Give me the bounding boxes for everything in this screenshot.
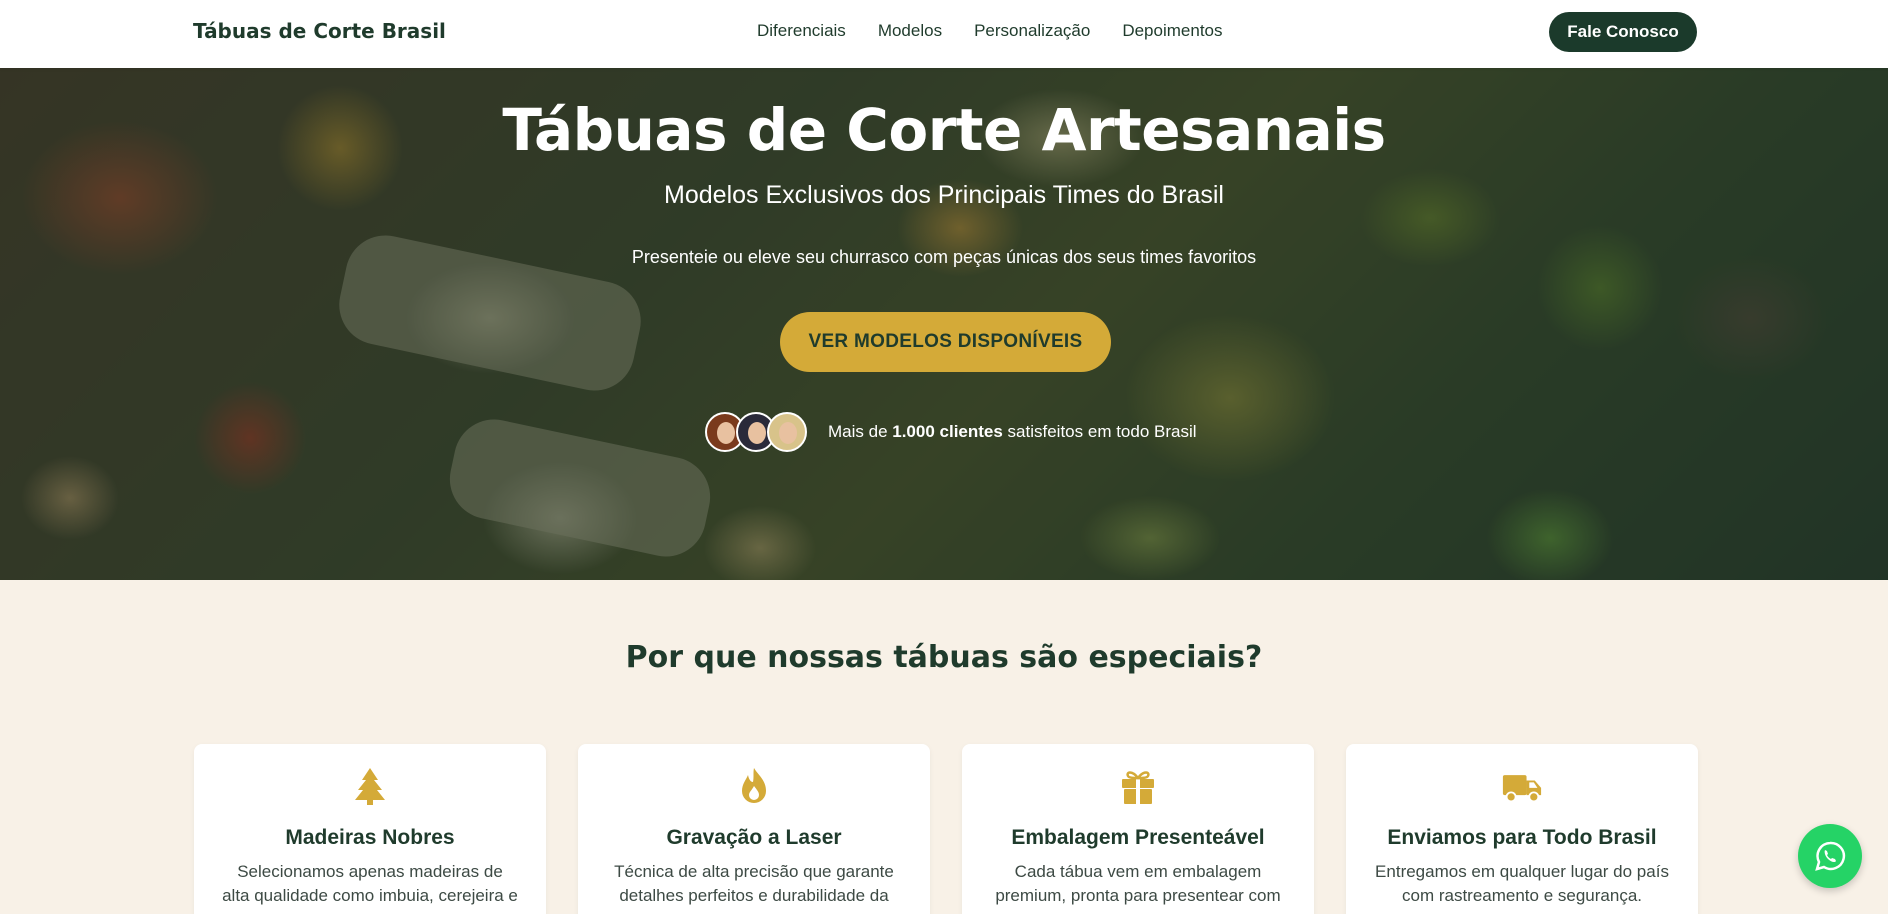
social-proof: Mais de 1.000 clientes satisfeitos em to…	[705, 411, 1197, 453]
social-proof-text: Mais de 1.000 clientes satisfeitos em to…	[828, 422, 1197, 441]
feature-text: Selecionamos apenas madeiras de alta qua…	[222, 862, 518, 905]
nav-link-diferenciais[interactable]: Diferenciais	[757, 21, 846, 41]
fire-icon	[742, 768, 766, 803]
feature-text: Entregamos em qualquer lugar do país com…	[1375, 862, 1669, 905]
features-title: Por que nossas tábuas são especiais?	[625, 640, 1263, 675]
hero-subtitle: Modelos Exclusivos dos Principais Times …	[664, 181, 1224, 209]
feature-text: Técnica de alta precisão que garante det…	[614, 862, 894, 905]
site-logo[interactable]: Tábuas de Corte Brasil	[193, 19, 446, 43]
truck-icon	[1502, 775, 1542, 803]
main-nav: Diferenciais Modelos Personalização Depo…	[757, 21, 1223, 41]
feature-card: Madeiras Nobres Selecionamos apenas made…	[194, 744, 546, 914]
tree-icon	[355, 768, 385, 805]
view-models-button[interactable]: VER MODELOS DISPONÍVEIS	[780, 312, 1111, 372]
hero-title: Tábuas de Corte Artesanais	[502, 96, 1386, 164]
avatar	[767, 412, 807, 452]
nav-link-modelos[interactable]: Modelos	[878, 21, 942, 41]
whatsapp-button[interactable]	[1798, 824, 1862, 888]
contact-button[interactable]: Fale Conosco	[1549, 12, 1697, 52]
whatsapp-icon	[1815, 841, 1846, 871]
hero-section: Tábuas de Corte Artesanais Modelos Exclu…	[0, 68, 1888, 580]
site-header: Tábuas de Corte Brasil Diferenciais Mode…	[0, 0, 1888, 68]
feature-title: Enviamos para Todo Brasil	[1387, 826, 1657, 849]
feature-card: Embalagem Presenteável Cada tábua vem em…	[962, 744, 1314, 914]
feature-text: Cada tábua vem em embalagem premium, pro…	[995, 862, 1281, 905]
feature-card: Gravação a Laser Técnica de alta precisã…	[578, 744, 930, 914]
customer-avatars	[705, 412, 807, 452]
hero-description: Presenteie ou eleve seu churrasco com pe…	[631, 247, 1257, 267]
feature-title: Madeiras Nobres	[285, 826, 455, 849]
nav-link-depoimentos[interactable]: Depoimentos	[1122, 21, 1222, 41]
feature-title: Gravação a Laser	[666, 826, 842, 849]
nav-link-personalizacao[interactable]: Personalização	[974, 21, 1090, 41]
feature-title: Embalagem Presenteável	[1011, 826, 1265, 849]
gift-icon	[1122, 771, 1154, 804]
feature-card: Enviamos para Todo Brasil Entregamos em …	[1346, 744, 1698, 914]
